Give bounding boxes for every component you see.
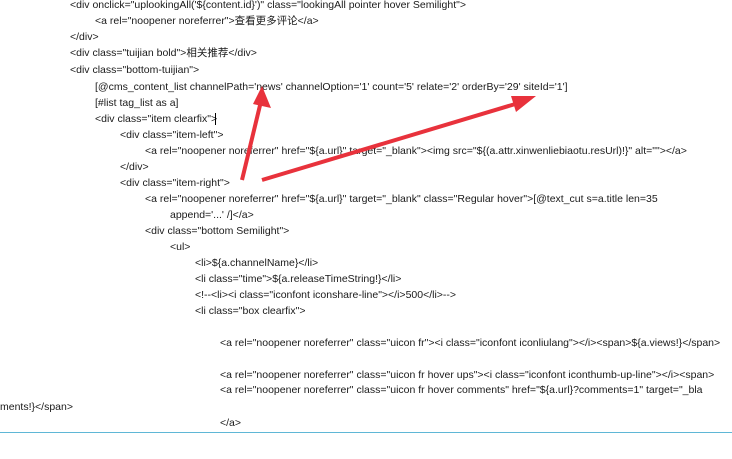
annotation-arrow	[240, 95, 265, 181]
annotation-arrowhead	[511, 96, 536, 112]
annotation-arrowhead	[253, 86, 271, 108]
annotation-overlay	[240, 86, 536, 182]
annotation-arrow	[261, 100, 523, 182]
code-editor-view: <div onclick="uplookingAll('${content.id…	[0, 0, 732, 459]
